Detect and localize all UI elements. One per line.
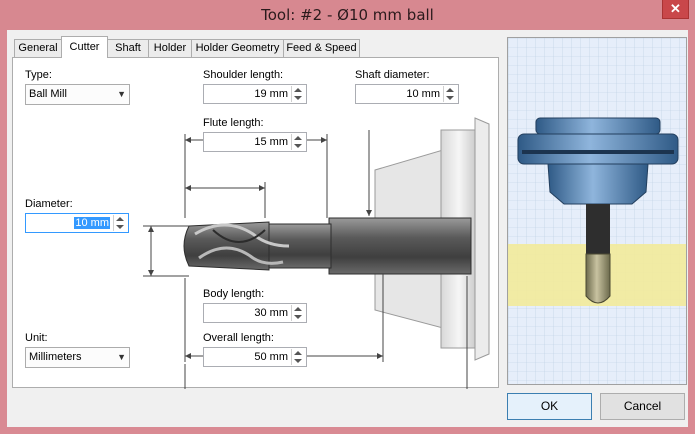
diameter-label: Diameter: [25,198,73,210]
tool-flutes [183,221,270,271]
tab-shaft[interactable]: Shaft [107,39,149,58]
holder-cone [547,163,649,205]
body-length-label: Body length: [203,288,265,300]
chevron-down-icon: ▼ [117,89,126,99]
down-arrow-icon[interactable] [294,96,302,100]
diameter-input[interactable]: 10 mm [25,213,129,233]
down-arrow-icon[interactable] [446,96,454,100]
overall-length-label: Overall length: [203,332,274,344]
diameter-value: 10 mm [74,217,110,229]
unit-select[interactable]: Millimeters ▼ [25,347,130,368]
unit-label: Unit: [25,332,48,344]
holder-flange [517,133,679,165]
preview-tip [585,253,611,304]
tab-general[interactable]: General [14,39,62,58]
type-select[interactable]: Ball Mill ▼ [25,84,130,105]
overall-length-input[interactable]: 50 mm [203,347,307,367]
type-value: Ball Mill [29,88,67,100]
window-title: Tool: #2 - Ø10 mm ball [261,6,434,24]
up-arrow-icon[interactable] [294,307,302,311]
flute-length-stepper[interactable] [291,134,305,150]
up-arrow-icon[interactable] [294,88,302,92]
tab-holder-geometry[interactable]: Holder Geometry [191,39,284,58]
holder-groove [522,150,674,154]
up-arrow-icon[interactable] [294,136,302,140]
down-arrow-icon[interactable] [294,359,302,363]
shoulder-length-input[interactable]: 19 mm [203,84,307,104]
tab-holder[interactable]: Holder [148,39,192,58]
flute-length-value: 15 mm [254,136,288,148]
flute-length-input[interactable]: 15 mm [203,132,307,152]
body-length-input[interactable]: 30 mm [203,303,307,323]
holder-top-ring [535,117,661,135]
holder-flange [474,117,490,361]
tool-shaft [328,217,472,275]
overall-length-value: 50 mm [254,351,288,363]
shoulder-length-label: Shoulder length: [203,69,284,81]
up-arrow-icon[interactable] [294,351,302,355]
shaft-diameter-label: Shaft diameter: [355,69,430,81]
tab-feed-speed[interactable]: Feed & Speed [283,39,360,58]
down-arrow-icon[interactable] [294,144,302,148]
shaft-diameter-value: 10 mm [406,88,440,100]
up-arrow-icon[interactable] [446,88,454,92]
shoulder-length-value: 19 mm [254,88,288,100]
chevron-down-icon: ▼ [117,352,126,362]
tool-preview-render [508,38,686,384]
down-arrow-icon[interactable] [116,225,124,229]
preview-shaft [586,204,610,254]
cutter-panel: Type: Ball Mill ▼ Diameter: 10 mm Unit: … [12,57,499,389]
body-length-stepper[interactable] [291,305,305,321]
shaft-diameter-input[interactable]: 10 mm [355,84,459,104]
body-length-value: 30 mm [254,307,288,319]
tool-preview[interactable] [507,37,687,385]
type-label: Type: [25,69,52,81]
dialog-client-area: General Cutter Shaft Holder Holder Geome… [7,30,688,427]
ok-button[interactable]: OK [507,393,592,420]
title-bar: Tool: #2 - Ø10 mm ball ✕ [0,0,695,30]
tab-cutter[interactable]: Cutter [61,36,108,58]
overall-length-stepper[interactable] [291,349,305,365]
up-arrow-icon[interactable] [116,217,124,221]
close-icon: ✕ [670,1,681,16]
diameter-stepper[interactable] [113,215,127,231]
shoulder-length-stepper[interactable] [291,86,305,102]
down-arrow-icon[interactable] [294,315,302,319]
shaft-diameter-stepper[interactable] [443,86,457,102]
close-button[interactable]: ✕ [662,0,689,19]
cancel-button[interactable]: Cancel [600,393,685,420]
unit-value: Millimeters [29,351,82,363]
flute-length-label: Flute length: [203,117,264,129]
